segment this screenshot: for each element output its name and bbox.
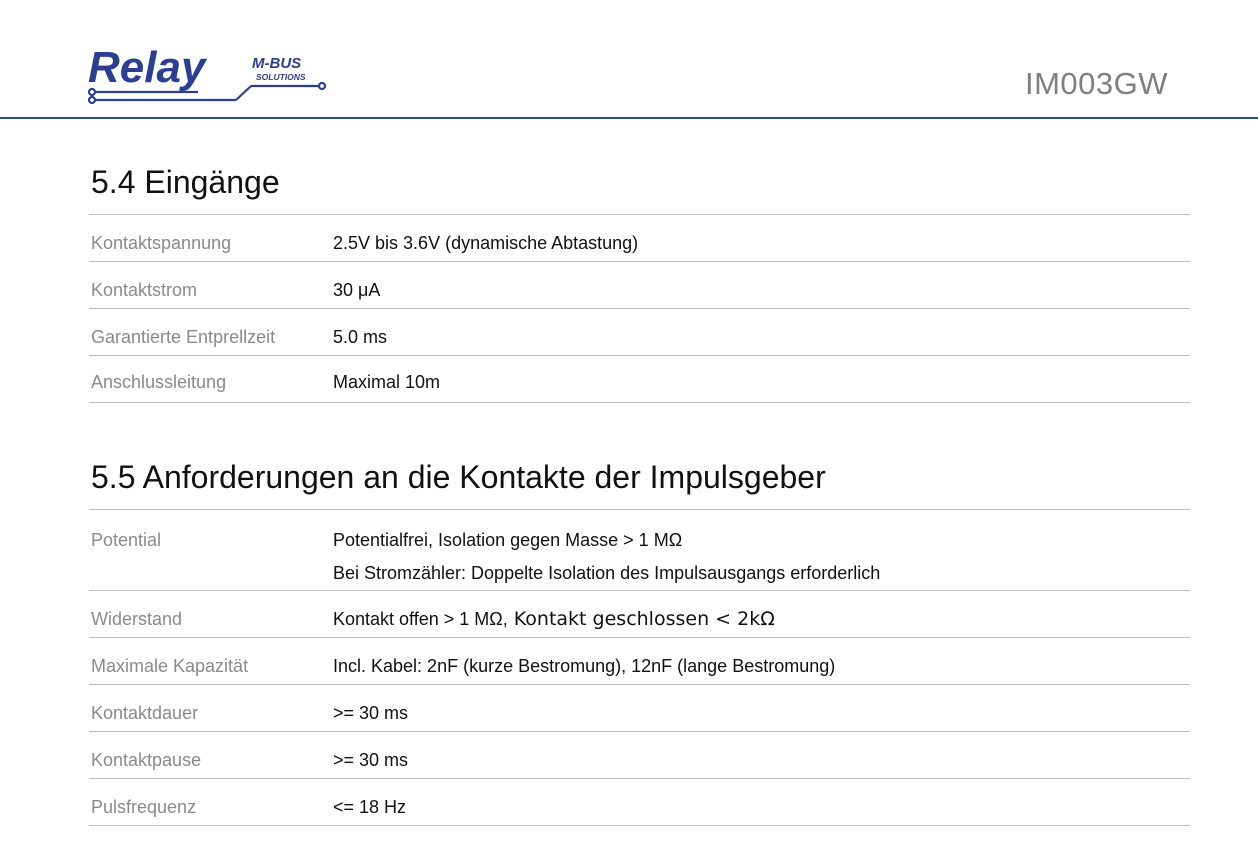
table-row: Garantierte Entprellzeit 5.0 ms <box>89 309 1190 356</box>
section-title-eingaenge: 5.4 Eingänge <box>91 164 280 200</box>
row-value: >= 30 ms <box>333 703 409 723</box>
row-label: Kontaktdauer <box>91 703 199 723</box>
logo-tag-top: M-BUS <box>252 55 301 72</box>
spec-table-eingaenge: Kontaktspannung 2.5V bis 3.6V (dynamisch… <box>89 214 1190 403</box>
row-value: 2.5V bis 3.6V (dynamische Abtastung) <box>333 233 639 253</box>
table-row: Kontaktdauer >= 30 ms <box>89 685 1190 732</box>
spec-table-anforderungen: Potential Potentialfrei, Isolation gegen… <box>89 509 1190 826</box>
row-value: Incl. Kabel: 2nF (kurze Bestromung), 12n… <box>333 656 836 676</box>
row-label: Garantierte Entprellzeit <box>91 327 276 347</box>
row-label: Kontaktstrom <box>91 280 198 300</box>
table-row: Pulsfrequenz <= 18 Hz <box>89 779 1190 826</box>
row-value: <= 18 Hz <box>333 797 407 817</box>
table-row: Maximale Kapazität Incl. Kabel: 2nF (kur… <box>89 638 1190 685</box>
table-row: Anschlussleitung Maximal 10m <box>89 356 1190 403</box>
header-divider <box>0 117 1258 119</box>
row-label: Anschlussleitung <box>91 372 227 392</box>
table-row: Potential Potentialfrei, Isolation gegen… <box>89 510 1190 591</box>
value-part: Kontakt offen > 1 MΩ, <box>333 609 508 629</box>
value-part: Kontakt geschlossen < 2kΩ <box>507 608 775 630</box>
table-row: Widerstand Kontakt offen > 1 MΩ, Kontakt… <box>89 591 1190 638</box>
row-value: Kontakt offen > 1 MΩ, Kontakt geschlosse… <box>333 608 775 630</box>
row-value: 5.0 ms <box>333 327 388 347</box>
table-row: Kontaktpause >= 30 ms <box>89 732 1190 779</box>
value-line: Potentialfrei, Isolation gegen Masse > 1… <box>333 530 683 550</box>
row-value: >= 30 ms <box>333 750 409 770</box>
row-label: Kontaktpause <box>91 750 202 770</box>
row-label: Pulsfrequenz <box>91 797 197 817</box>
row-label: Kontaktspannung <box>91 233 232 253</box>
value-line: Bei Stromzähler: Doppelte Isolation des … <box>333 563 881 583</box>
row-value: Potentialfrei, Isolation gegen Masse > 1… <box>333 530 880 584</box>
row-value: Maximal 10m <box>333 372 441 392</box>
section-title-anforderungen: 5.5 Anforderungen an die Kontakte der Im… <box>91 459 826 495</box>
logo-brand: Relay <box>88 44 208 92</box>
relay-logo: Relay M-BUS SOLUTIONS <box>87 44 327 105</box>
table-row: Kontaktstrom 30 μA <box>89 262 1190 309</box>
row-label: Maximale Kapazität <box>91 656 249 676</box>
row-label: Widerstand <box>91 609 183 629</box>
document-code: IM003GW <box>1024 66 1168 101</box>
row-value: 30 μA <box>333 280 381 300</box>
page-header: Relay M-BUS SOLUTIONS IM003GW <box>0 0 1258 120</box>
table-row: Kontaktspannung 2.5V bis 3.6V (dynamisch… <box>89 215 1190 262</box>
logo-tag-bottom: SOLUTIONS <box>256 72 306 82</box>
row-label: Potential <box>91 530 162 550</box>
